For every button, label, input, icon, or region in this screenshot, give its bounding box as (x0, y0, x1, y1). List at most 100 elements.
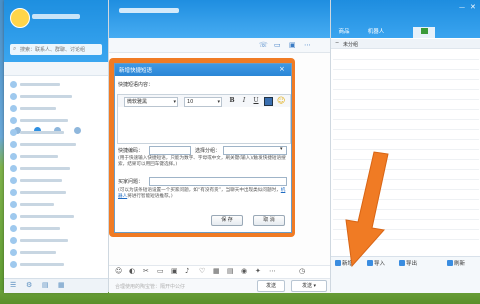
list-item[interactable] (333, 50, 479, 60)
dialog-close-icon[interactable]: × (279, 65, 285, 73)
tab-robot[interactable]: 机器人 (359, 27, 393, 38)
app-icon[interactable]: ▦ (58, 281, 65, 289)
search-icon: ⌕ (13, 45, 17, 52)
list-item[interactable] (8, 80, 104, 89)
folder-icon[interactable]: ▭ (157, 267, 164, 275)
list-item[interactable] (8, 128, 104, 137)
cancel-button[interactable]: 取 消 (253, 215, 285, 226)
list-item[interactable] (333, 140, 479, 150)
chat-input-toolbar: ☺ ◐ ✂ ▭ ▣ ♪ ♡ ▦ ▤ ◉ ✦ ⋯ ◷ (109, 265, 331, 278)
pointer-arrow-icon (345, 151, 389, 268)
qq-header: ⌕ (4, 0, 108, 62)
voice-icon[interactable]: ☏ (259, 41, 268, 49)
chat-top-toolbar: ☏ ▭ ▣ ⋯ (109, 38, 331, 53)
tab-quick-phrase[interactable] (413, 27, 435, 38)
chevron-down-icon: ▾ (173, 99, 176, 105)
list-item[interactable] (8, 236, 104, 245)
content-label: 快捷短语内容： (118, 82, 154, 88)
qq-tab-bar (4, 62, 108, 134)
list-item[interactable] (333, 90, 479, 100)
list-item[interactable] (8, 212, 104, 221)
close-icon[interactable]: ✕ (470, 3, 476, 11)
cut-icon[interactable]: ✂ (143, 267, 149, 275)
more-tools-icon[interactable]: ⋯ (269, 267, 276, 275)
shortcut-description: (用于快速输入快捷短语，只能为数字、字母或中文，刷关键(输入)/触发快捷短语搜索… (118, 156, 286, 167)
buyer-question-description: (可以为该条短语设置一个买家问题，如“有没有货”，当聊天中出现类似问题时，机器人… (118, 188, 286, 199)
qq-bottom-toolbar: ☰ ⚙ ▤ ▦ (4, 278, 108, 293)
list-item[interactable] (8, 152, 104, 161)
menu-icon[interactable]: ☰ (10, 281, 16, 289)
settings-icon[interactable]: ⚙ (26, 281, 32, 289)
gif-icon[interactable]: ◐ (129, 267, 135, 275)
collapse-icon[interactable]: − (335, 40, 339, 46)
list-item[interactable] (8, 200, 104, 209)
list-item[interactable] (8, 260, 104, 269)
group-select-label: 选择分组： (195, 148, 221, 154)
buyer-question-label: 买家问题： (118, 179, 144, 185)
list-item[interactable] (8, 188, 104, 197)
screen-share-icon[interactable]: ▣ (289, 41, 296, 49)
shake-icon[interactable]: ✦ (255, 267, 261, 275)
doc-icon[interactable]: ▤ (227, 267, 234, 275)
chat-title-blurred (119, 8, 179, 13)
nickname-blurred (32, 14, 80, 19)
list-item[interactable] (8, 176, 104, 185)
heart-icon[interactable]: ♡ (199, 267, 205, 275)
refresh-button[interactable]: 刷新 (447, 259, 465, 269)
music-icon[interactable]: ♪ (185, 267, 189, 275)
qq-main-window: ⌕ ☰ ⚙ ▤ ▦ (4, 0, 108, 293)
phrase-tab-icon (420, 28, 428, 34)
list-item[interactable] (8, 164, 104, 173)
image-icon[interactable]: ▣ (171, 267, 178, 275)
group-select[interactable] (223, 146, 287, 155)
emoji-icon[interactable]: ☺ (277, 96, 285, 105)
bold-button[interactable]: B (228, 97, 236, 105)
close-button[interactable]: 发送 (257, 280, 285, 292)
list-item[interactable] (8, 104, 104, 113)
contact-list (4, 76, 108, 276)
list-item[interactable] (333, 70, 479, 80)
file-icon[interactable]: ▤ (42, 281, 49, 289)
list-item[interactable] (333, 80, 479, 90)
mic-icon[interactable]: ◉ (241, 267, 247, 275)
list-item[interactable] (333, 110, 479, 120)
calendar-icon[interactable]: ▦ (213, 267, 220, 275)
search-input[interactable] (20, 46, 100, 54)
shortcut-label: 快捷编码： (118, 148, 144, 154)
dialog-title: 新增快捷短语 (119, 68, 153, 74)
shortcut-code-input[interactable] (149, 146, 191, 155)
italic-button[interactable]: I (240, 97, 248, 105)
list-item[interactable] (8, 248, 104, 257)
hint-text: 合理使用的陶宝管：隔开中公仔 (115, 284, 186, 290)
chevron-down-icon: ▾ (217, 99, 220, 105)
save-button[interactable]: 保 存 (211, 215, 243, 226)
new-quick-phrase-dialog: 新增快捷短语 × 快捷短语内容： 微软雅黑 ▾ 10 ▾ B I U ☺ 快捷编码：… (114, 63, 292, 233)
list-item[interactable] (333, 100, 479, 110)
list-item[interactable] (333, 130, 479, 140)
phrase-content-editor[interactable] (117, 107, 291, 144)
list-item[interactable] (333, 60, 479, 70)
dialog-titlebar: 新增快捷短语 × (115, 64, 291, 76)
refresh-icon (447, 260, 453, 266)
font-size-select[interactable]: 10 ▾ (184, 97, 222, 107)
group-label: 未分组 (343, 42, 359, 48)
video-icon[interactable]: ▭ (274, 41, 281, 49)
send-button[interactable]: 发送 ▾ (291, 280, 327, 292)
list-item[interactable] (8, 224, 104, 233)
list-item[interactable] (333, 120, 479, 130)
chat-header (109, 0, 331, 38)
more-icon[interactable]: ⋯ (304, 41, 311, 49)
underline-button[interactable]: U (252, 97, 260, 105)
font-family-select[interactable]: 微软雅黑 ▾ (124, 97, 178, 107)
color-icon[interactable] (264, 97, 273, 106)
editor-toolbar: 微软雅黑 ▾ 10 ▾ B I U ☺ (117, 94, 291, 108)
emoji-icon[interactable]: ☺ (115, 267, 122, 275)
buyer-question-input[interactable] (149, 177, 287, 186)
tab-goods[interactable]: 商品 (331, 27, 357, 38)
list-item[interactable] (8, 92, 104, 101)
list-item[interactable] (8, 140, 104, 149)
list-item[interactable] (8, 116, 104, 125)
right-panel-header: — ✕ 商品 机器人 (331, 0, 480, 38)
avatar[interactable] (10, 8, 30, 28)
minimize-icon[interactable]: — (459, 4, 465, 11)
